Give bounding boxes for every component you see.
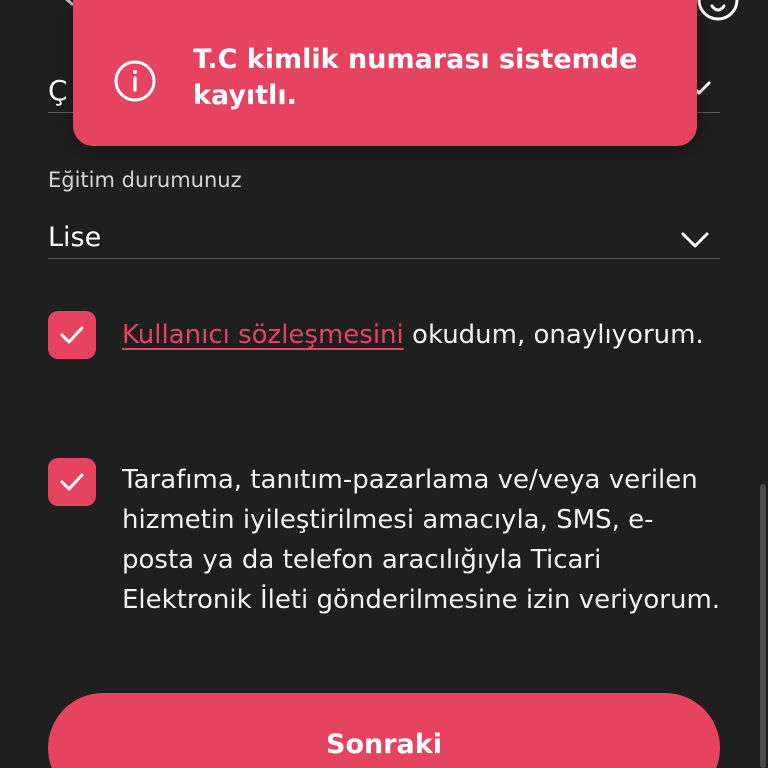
scrollbar[interactable] xyxy=(760,484,766,768)
chevron-down-icon[interactable] xyxy=(680,230,710,250)
user-agreement-text: Kullanıcı sözleşmesini okudum, onaylıyor… xyxy=(122,315,722,355)
partial-field-value[interactable]: Ç xyxy=(48,74,68,107)
education-label: Eğitim durumunuz xyxy=(48,168,242,192)
registration-screen: Ç T.C kimlik numarası sistemde kayıtlı. … xyxy=(0,0,768,768)
next-button[interactable]: Sonraki xyxy=(48,693,720,768)
toast-message: T.C kimlik numarası sistemde kayıtlı. xyxy=(193,44,638,111)
checkmark-icon xyxy=(60,326,84,344)
next-button-label: Sonraki xyxy=(326,729,442,760)
user-agreement-link[interactable]: Kullanıcı sözleşmesini xyxy=(122,320,404,350)
toast-notification: T.C kimlik numarası sistemde kayıtlı. xyxy=(73,0,697,146)
user-agreement-suffix: okudum, onaylıyorum. xyxy=(403,320,704,350)
question-circle-icon[interactable] xyxy=(696,0,740,22)
marketing-consent-text: Tarafıma, tanıtım-pazarlama ve/veya veri… xyxy=(122,465,721,615)
field-divider xyxy=(48,258,720,259)
marketing-consent-checkbox[interactable] xyxy=(48,458,96,506)
info-circle-icon xyxy=(114,60,156,102)
checkmark-icon xyxy=(60,473,84,491)
user-agreement-checkbox[interactable] xyxy=(48,311,96,359)
education-select-value[interactable]: Lise xyxy=(48,222,101,253)
